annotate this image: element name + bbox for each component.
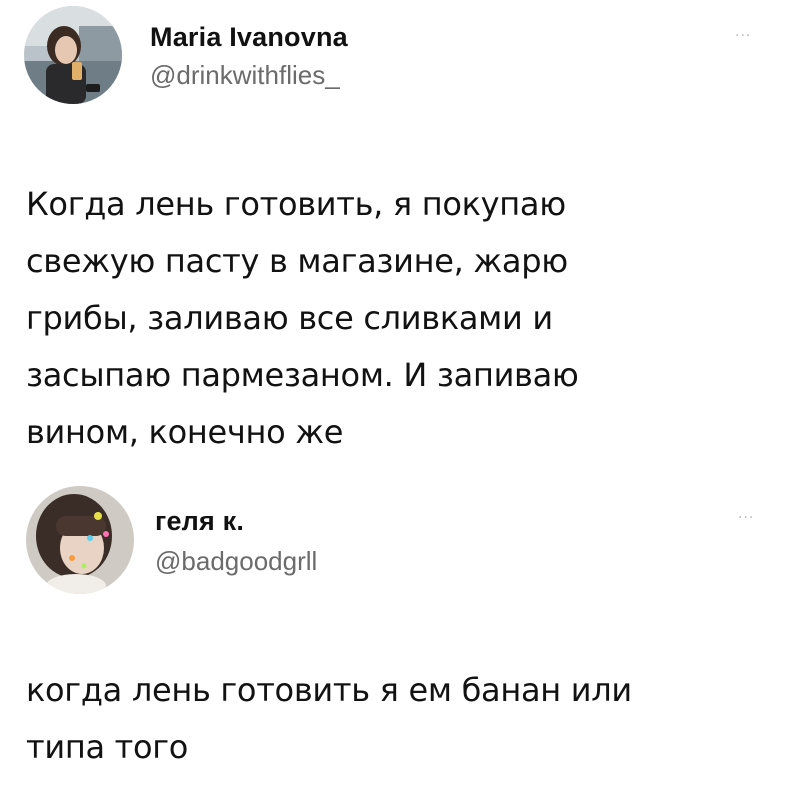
text-line: когда лень готовить я ем банан или xyxy=(26,671,632,709)
text-line: свежую пасту в магазине, жарю xyxy=(26,242,568,280)
avatar[interactable] xyxy=(26,486,134,594)
avatar-photo xyxy=(24,6,122,104)
tweet-text: когда лень готовить я ем банан или типа … xyxy=(26,662,726,776)
text-line: Когда лень готовить, я покупаю xyxy=(26,185,566,223)
more-dots-icon[interactable]: ··· xyxy=(735,28,751,44)
text-line: вином, конечно же xyxy=(26,413,344,451)
avatar[interactable] xyxy=(24,6,122,104)
avatar-photo xyxy=(26,486,134,594)
more-dots-icon[interactable]: ··· xyxy=(738,510,754,526)
handle[interactable]: @drinkwithflies_ xyxy=(150,60,340,91)
text-line: грибы, заливаю все сливками и xyxy=(26,299,553,337)
tweet-2: геля к. @badgoodgrll ··· когда лень гото… xyxy=(0,470,789,800)
tweet-1: Maria Ivanovna @drinkwithflies_ ··· Когд… xyxy=(0,0,789,470)
display-name[interactable]: геля к. xyxy=(155,506,244,537)
text-line: типа того xyxy=(26,728,189,766)
display-name[interactable]: Maria Ivanovna xyxy=(150,22,348,53)
tweet-text: Когда лень готовить, я покупаю свежую па… xyxy=(26,176,726,461)
text-line: засыпаю пармезаном. И запиваю xyxy=(26,356,579,394)
handle[interactable]: @badgoodgrll xyxy=(155,546,317,577)
